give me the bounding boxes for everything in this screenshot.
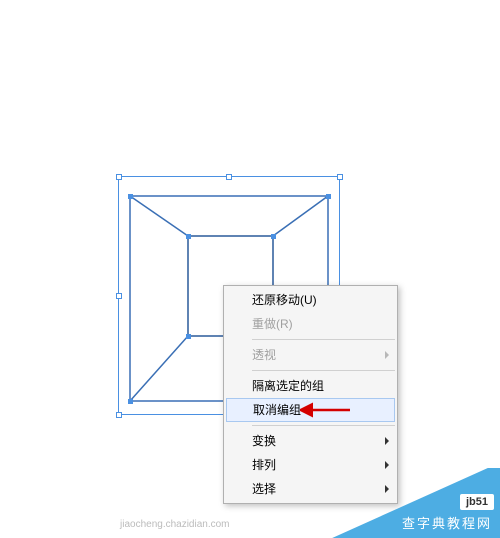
anchor-point[interactable] <box>186 334 191 339</box>
watermark-url: jiaocheng.chazidian.com <box>120 519 230 530</box>
anchor-point[interactable] <box>186 234 191 239</box>
menu-item-ungroup[interactable]: 取消编组 <box>226 398 395 422</box>
menu-label: 排列 <box>252 458 276 472</box>
watermark: jb51 查字典教程网 <box>320 468 500 538</box>
menu-item-transform[interactable]: 变换 <box>224 429 397 453</box>
menu-label: 变换 <box>252 434 276 448</box>
menu-item-isolate-group[interactable]: 隔离选定的组 <box>224 374 397 398</box>
menu-label: 透视 <box>252 348 276 362</box>
menu-item-undo-move[interactable]: 还原移动(U) <box>224 288 397 312</box>
menu-label: 选择 <box>252 482 276 496</box>
menu-separator <box>252 370 395 371</box>
menu-item-perspective: 透视 <box>224 343 397 367</box>
watermark-badge: jb51 <box>460 494 494 510</box>
chevron-right-icon <box>385 351 389 359</box>
anchor-point[interactable] <box>128 194 133 199</box>
chevron-right-icon <box>385 437 389 445</box>
anchor-point[interactable] <box>326 194 331 199</box>
anchor-point[interactable] <box>271 234 276 239</box>
watermark-text: 查字典教程网 <box>402 513 492 532</box>
menu-separator <box>252 339 395 340</box>
menu-item-redo: 重做(R) <box>224 312 397 336</box>
anchor-point[interactable] <box>128 399 133 404</box>
canvas-area[interactable]: 还原移动(U) 重做(R) 透视 隔离选定的组 取消编组 变换 排列 选择 <box>0 0 500 538</box>
menu-separator <box>252 425 395 426</box>
